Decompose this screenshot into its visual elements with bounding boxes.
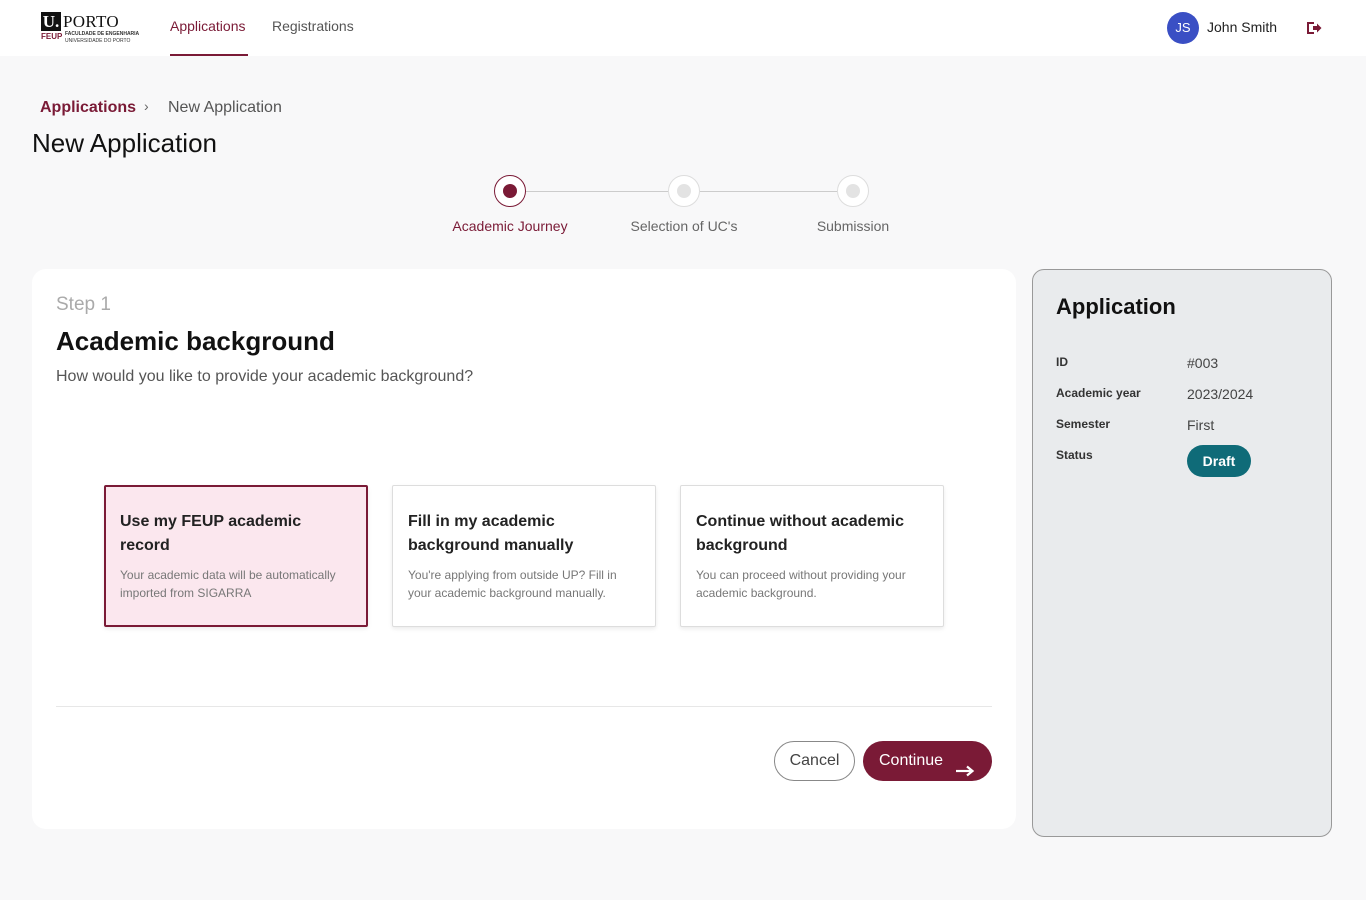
logo-feup-text: FEUP [41,32,63,41]
step-dot-icon [502,183,517,198]
info-label-id: ID [1056,355,1068,369]
option-title: Continue without academic background [696,513,905,554]
divider [56,706,992,707]
cancel-button[interactable]: Cancel [774,741,855,781]
step-label-submission: Submission [816,218,890,234]
page-title: New Application [32,128,217,158]
application-summary-panel: Application ID #003 Academic year 2023/2… [1032,269,1332,837]
info-value-semester: First [1187,417,1215,433]
section-question: How would you like to provide your acade… [56,368,474,385]
info-value-id: #003 [1187,355,1219,371]
academic-background-card: Step 1 Academic background How would you… [32,269,1016,829]
option-description: Your academic data will be automatically… [120,568,336,600]
continue-button-label: Continue [879,752,944,769]
option-description: You can proceed without providing your a… [696,568,906,600]
logout-icon[interactable] [1305,19,1323,37]
info-label-semester: Semester [1056,417,1111,431]
continue-button[interactable]: Continue [863,741,992,781]
status-badge: Draft [1187,445,1251,477]
uporto-feup-logo[interactable]: U. PORTO FEUP FACULDADE DE ENGENHARIA UN… [41,12,147,46]
step-label-selection-ucs: Selection of UC's [630,218,738,234]
section-title: Academic background [56,326,335,356]
nav-tab-applications[interactable]: Applications [170,0,248,56]
logo-up-mark: U. [41,12,61,31]
arrow-right-icon [955,754,975,777]
step-dot-icon [846,184,860,198]
logo-university-text: UNIVERSIDADE DO PORTO [65,38,131,44]
user-avatar[interactable]: JS [1167,12,1199,44]
info-label-status: Status [1056,448,1093,462]
stepper-connector [700,191,837,192]
step-indicator-selection-ucs[interactable] [668,175,700,207]
option-fill-manually[interactable]: Fill in my academic background manually … [392,485,656,627]
breadcrumb-applications-link[interactable]: Applications [40,99,136,117]
nav-tab-registrations[interactable]: Registrations [272,0,354,56]
step-label-academic-journey: Academic Journey [452,218,568,234]
step-number: Step 1 [56,294,111,315]
stepper-connector [526,191,668,192]
breadcrumb-chevron-icon: › [144,98,149,114]
panel-title: Application [1056,294,1176,319]
logo-porto-text: PORTO [63,12,119,31]
option-feup-academic-record[interactable]: Use my FEUP academic record Your academi… [104,485,368,627]
info-value-academic-year: 2023/2024 [1187,386,1254,402]
option-title: Fill in my academic background manually [408,513,574,554]
top-bar: U. PORTO FEUP FACULDADE DE ENGENHARIA UN… [0,0,1366,56]
step-indicator-submission[interactable] [837,175,869,207]
breadcrumb-current: New Application [168,99,282,116]
user-name[interactable]: John Smith [1207,19,1277,35]
logo-faculty-text: FACULDADE DE ENGENHARIA [65,31,140,37]
option-title: Use my FEUP academic record [120,513,302,554]
option-continue-without[interactable]: Continue without academic background You… [680,485,944,627]
step-dot-icon [677,184,691,198]
step-indicator-academic-journey[interactable] [494,175,526,207]
option-description: You're applying from outside UP? Fill in… [408,568,617,600]
info-label-academic-year: Academic year [1056,386,1141,400]
